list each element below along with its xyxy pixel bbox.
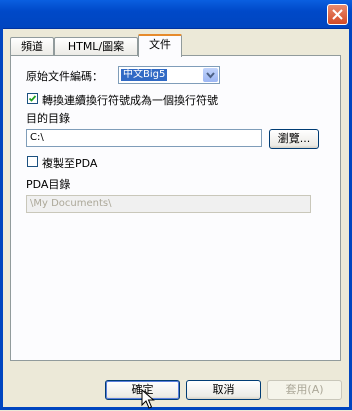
checkmark-icon <box>28 95 37 102</box>
convert-newlines-label: 轉換連續換行符號成為一個換行符號 <box>42 94 218 107</box>
pda-dir-label: PDA目錄 <box>26 178 71 191</box>
window-frame-left <box>0 28 3 410</box>
tab-label: HTML/圖案 <box>67 40 125 53</box>
pda-dir-input[interactable]: \My Documents\ <box>26 195 311 213</box>
encoding-select[interactable]: 中文Big5 <box>118 66 220 84</box>
copy-pda-checkbox[interactable] <box>27 156 38 167</box>
copy-pda-label: 複製至PDA <box>42 157 98 170</box>
apply-button[interactable]: 套用(A) <box>267 380 342 400</box>
close-icon <box>332 9 343 20</box>
close-button[interactable] <box>327 4 348 25</box>
browse-button[interactable]: 瀏覽... <box>269 129 319 149</box>
encoding-label: 原始文件編碼： <box>26 70 103 83</box>
tab-channel[interactable]: 頻道 <box>10 37 54 55</box>
destination-label: 目的目錄 <box>26 112 70 125</box>
tab-label: 文件 <box>149 38 171 51</box>
destination-input[interactable]: C:\ <box>26 129 262 147</box>
tab-document[interactable]: 文件 <box>138 34 182 57</box>
encoding-value: 中文Big5 <box>121 69 168 81</box>
tab-html-image[interactable]: HTML/圖案 <box>54 37 138 55</box>
convert-newlines-checkbox[interactable] <box>27 93 38 104</box>
tab-label: 頻道 <box>21 40 43 53</box>
mouse-cursor-icon <box>141 389 155 409</box>
cancel-button[interactable]: 取消 <box>186 380 261 400</box>
title-bar <box>0 0 352 29</box>
chevron-down-icon[interactable] <box>203 68 218 82</box>
